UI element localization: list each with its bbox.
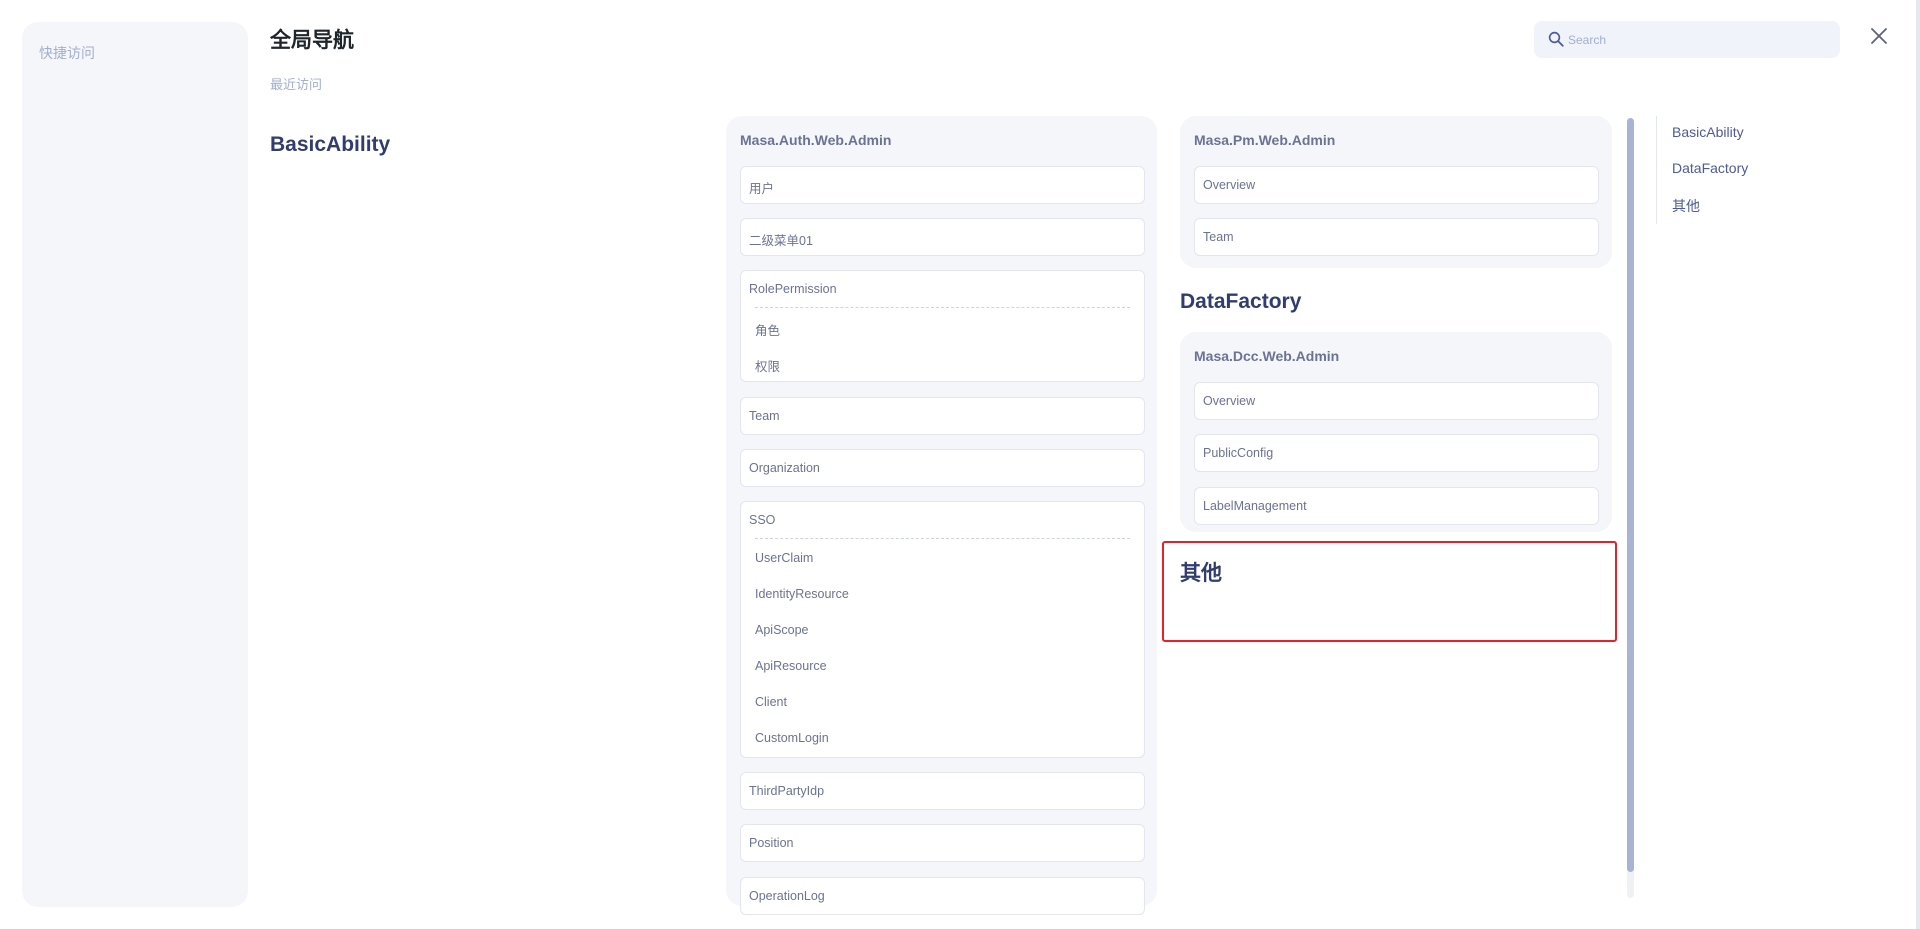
menu-item-label-management[interactable]: LabelManagement: [1194, 487, 1599, 525]
quick-access-title: 快捷访问: [39, 45, 95, 61]
app-card-title: Masa.Pm.Web.Admin: [1194, 132, 1336, 148]
section-heading-basic-ability: BasicAbility: [270, 133, 391, 156]
menu-group-title[interactable]: SSO: [749, 513, 775, 527]
scrollbar-thumb[interactable]: [1627, 118, 1634, 872]
group-divider: [755, 538, 1130, 539]
menu-group-role-permission: RolePermission 角色 权限: [740, 270, 1145, 382]
submenu-item-api-resource[interactable]: ApiResource: [755, 659, 827, 673]
menu-item-position[interactable]: Position: [740, 824, 1145, 862]
search-input[interactable]: [1568, 21, 1828, 58]
menu-item-label: Team: [1203, 230, 1234, 244]
section-heading-data-factory: DataFactory: [1180, 290, 1302, 313]
submenu-item-api-scope[interactable]: ApiScope: [755, 623, 809, 637]
anchor-link-other[interactable]: 其他: [1672, 196, 1700, 216]
menu-item-organization[interactable]: Organization: [740, 449, 1145, 487]
menu-item-label: OperationLog: [749, 889, 825, 903]
submenu-item-identity-resource[interactable]: IdentityResource: [755, 587, 849, 601]
menu-item-menu01[interactable]: 二级菜单01: [740, 218, 1145, 256]
window-edge: [1916, 0, 1920, 929]
menu-item-label: Team: [749, 409, 780, 423]
anchor-navigation: BasicAbility DataFactory 其他: [1656, 116, 1748, 224]
submenu-item-client[interactable]: Client: [755, 695, 787, 709]
page-title: 全局导航: [270, 29, 354, 52]
menu-item-team[interactable]: Team: [1194, 218, 1599, 256]
menu-item-user[interactable]: 用户: [740, 166, 1145, 204]
menu-item-label: 用户: [749, 182, 775, 196]
app-card-title: Masa.Dcc.Web.Admin: [1194, 348, 1340, 364]
menu-item-operation-log[interactable]: OperationLog: [740, 877, 1145, 915]
quick-access-sidebar: 快捷访问: [22, 22, 248, 907]
app-card-pm: Masa.Pm.Web.Admin Overview Team: [1180, 116, 1612, 268]
menu-group-title[interactable]: RolePermission: [749, 282, 837, 296]
search-icon: [1548, 31, 1564, 47]
menu-group-sso: SSO UserClaim IdentityResource ApiScope …: [740, 501, 1145, 758]
menu-item-overview[interactable]: Overview: [1194, 166, 1599, 204]
anchor-link-data-factory[interactable]: DataFactory: [1672, 160, 1748, 176]
global-navigation-page: 快捷访问 全局导航 最近访问 BasicAbility DataFactory …: [0, 0, 1920, 929]
menu-item-label: Position: [749, 836, 794, 850]
search-box[interactable]: [1534, 21, 1840, 58]
group-divider: [755, 307, 1130, 308]
close-icon[interactable]: [1867, 24, 1891, 48]
menu-item-overview[interactable]: Overview: [1194, 382, 1599, 420]
menu-item-label: LabelManagement: [1203, 499, 1307, 513]
submenu-item-custom-login[interactable]: CustomLogin: [755, 731, 829, 745]
menu-item-label: Overview: [1203, 178, 1256, 192]
menu-item-third-party-idp[interactable]: ThirdPartyIdp: [740, 772, 1145, 810]
menu-item-label: 二级菜单01: [749, 234, 813, 248]
menu-item-public-config[interactable]: PublicConfig: [1194, 434, 1599, 472]
menu-item-label: ThirdPartyIdp: [749, 784, 825, 798]
menu-item-team[interactable]: Team: [740, 397, 1145, 435]
submenu-item-user-claim[interactable]: UserClaim: [755, 551, 813, 565]
submenu-item-permission[interactable]: 权限: [755, 356, 780, 375]
app-card-auth: Masa.Auth.Web.Admin 用户 二级菜单01 RolePermis…: [726, 116, 1157, 915]
recent-visits-label: 最近访问: [270, 77, 323, 92]
menu-item-label: Overview: [1203, 394, 1256, 408]
menu-item-label: Organization: [749, 461, 820, 475]
anchor-link-basic-ability[interactable]: BasicAbility: [1672, 124, 1744, 140]
app-card-dcc: Masa.Dcc.Web.Admin Overview PublicConfig…: [1180, 332, 1612, 532]
submenu-item-role[interactable]: 角色: [755, 320, 780, 339]
highlight-box: [1162, 541, 1617, 642]
app-card-title: Masa.Auth.Web.Admin: [740, 132, 892, 148]
menu-item-label: PublicConfig: [1203, 446, 1274, 460]
